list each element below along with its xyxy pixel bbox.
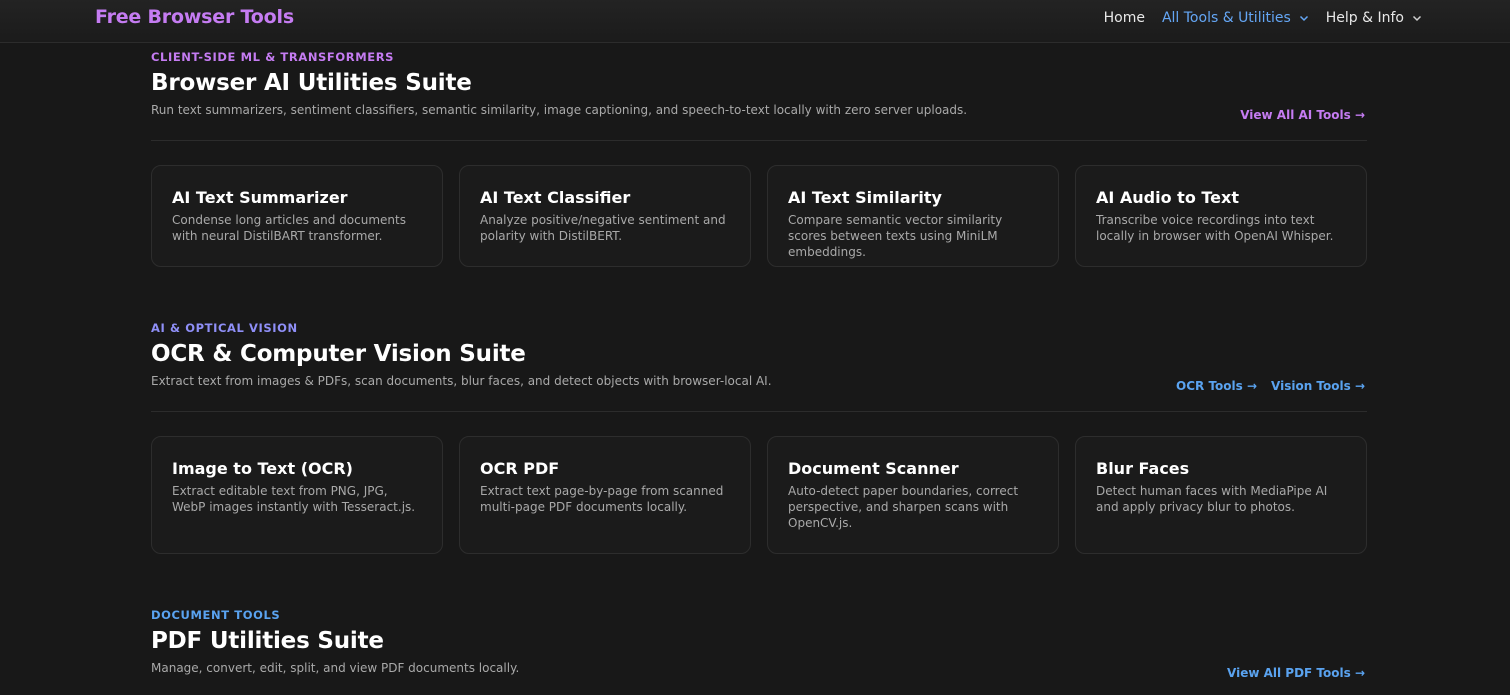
nav-home[interactable]: Home: [1104, 10, 1145, 26]
section-links: View All PDF Tools →: [1213, 666, 1365, 680]
tool-card-blur-faces[interactable]: Blur Faces Detect human faces with Media…: [1075, 436, 1367, 554]
section-title: PDF Utilities Suite: [151, 628, 384, 654]
section-divider: [151, 140, 1367, 141]
section-description: Run text summarizers, sentiment classifi…: [151, 103, 968, 117]
section-links: View All AI Tools →: [1226, 108, 1365, 122]
ocr-tools-link[interactable]: OCR Tools →: [1176, 379, 1257, 393]
card-description: Auto-detect paper boundaries, correct pe…: [788, 484, 1019, 530]
nav-help-info-dropdown[interactable]: Help & Info: [1326, 10, 1422, 26]
section-links: OCR Tools → Vision Tools →: [1162, 379, 1365, 393]
card-title: AI Text Classifier: [480, 188, 631, 207]
tool-card-ai-audio-to-text[interactable]: AI Audio to Text Transcribe voice record…: [1075, 165, 1367, 267]
card-description: Compare semantic vector similarity score…: [788, 213, 1003, 259]
section-ai-utilities: CLIENT-SIDE ML & TRANSFORMERS Browser AI…: [151, 50, 1367, 270]
chevron-down-icon: [1299, 15, 1308, 22]
card-title: Document Scanner: [788, 459, 959, 478]
tool-card-ai-text-summarizer[interactable]: AI Text Summarizer Condense long article…: [151, 165, 443, 267]
view-all-pdf-tools-link[interactable]: View All PDF Tools →: [1227, 666, 1365, 680]
top-navbar: Free Browser Tools Home All Tools & Util…: [0, 0, 1510, 43]
site-logo-text[interactable]: Free Browser Tools: [95, 6, 294, 28]
card-grid: Image to Text (OCR) Extract editable tex…: [151, 436, 1367, 554]
card-title: Image to Text (OCR): [172, 459, 353, 478]
section-divider: [151, 411, 1367, 412]
section-title: OCR & Computer Vision Suite: [151, 341, 526, 367]
vision-tools-link[interactable]: Vision Tools →: [1271, 379, 1365, 393]
section-eyebrow: DOCUMENT TOOLS: [151, 608, 281, 622]
section-eyebrow: CLIENT-SIDE ML & TRANSFORMERS: [151, 50, 395, 64]
tool-card-ai-text-classifier[interactable]: AI Text Classifier Analyze positive/nega…: [459, 165, 751, 267]
section-title: Browser AI Utilities Suite: [151, 70, 472, 96]
tool-card-document-scanner[interactable]: Document Scanner Auto-detect paper bound…: [767, 436, 1059, 554]
card-title: OCR PDF: [480, 459, 560, 478]
card-description: Extract text page-by-page from scanned m…: [480, 484, 724, 514]
section-description: Manage, convert, edit, split, and view P…: [151, 661, 520, 675]
card-title: AI Audio to Text: [1096, 188, 1239, 207]
main-nav: Home All Tools & Utilities Help & Info: [1087, 10, 1422, 26]
card-description: Extract editable text from PNG, JPG, Web…: [172, 484, 416, 514]
view-all-ai-tools-link[interactable]: View All AI Tools →: [1240, 108, 1365, 122]
nav-home-label: Home: [1103, 10, 1145, 26]
card-grid: AI Text Summarizer Condense long article…: [151, 165, 1367, 267]
section-eyebrow: AI & OPTICAL VISION: [151, 321, 298, 335]
card-description: Condense long articles and documents wit…: [172, 213, 406, 243]
nav-all-tools-dropdown[interactable]: All Tools & Utilities: [1162, 10, 1309, 26]
section-ocr-vision: AI & OPTICAL VISION OCR & Computer Visio…: [151, 321, 1367, 556]
card-title: Blur Faces: [1096, 459, 1190, 478]
card-title: AI Text Summarizer: [172, 188, 348, 207]
chevron-down-icon: [1412, 15, 1422, 22]
card-description: Transcribe voice recordings into text lo…: [1096, 213, 1334, 243]
tool-card-ai-text-similarity[interactable]: AI Text Similarity Compare semantic vect…: [767, 165, 1059, 267]
nav-all-tools-label: All Tools & Utilities: [1161, 10, 1291, 26]
tool-card-image-to-text-ocr[interactable]: Image to Text (OCR) Extract editable tex…: [151, 436, 443, 554]
tool-card-ocr-pdf[interactable]: OCR PDF Extract text page-by-page from s…: [459, 436, 751, 554]
card-description: Detect human faces with MediaPipe AI and…: [1096, 484, 1328, 514]
card-title: AI Text Similarity: [788, 188, 942, 207]
nav-help-info-label: Help & Info: [1325, 10, 1404, 26]
section-pdf-utilities: DOCUMENT TOOLS PDF Utilities Suite Manag…: [151, 608, 1367, 695]
card-description: Analyze positive/negative sentiment and …: [480, 213, 726, 243]
